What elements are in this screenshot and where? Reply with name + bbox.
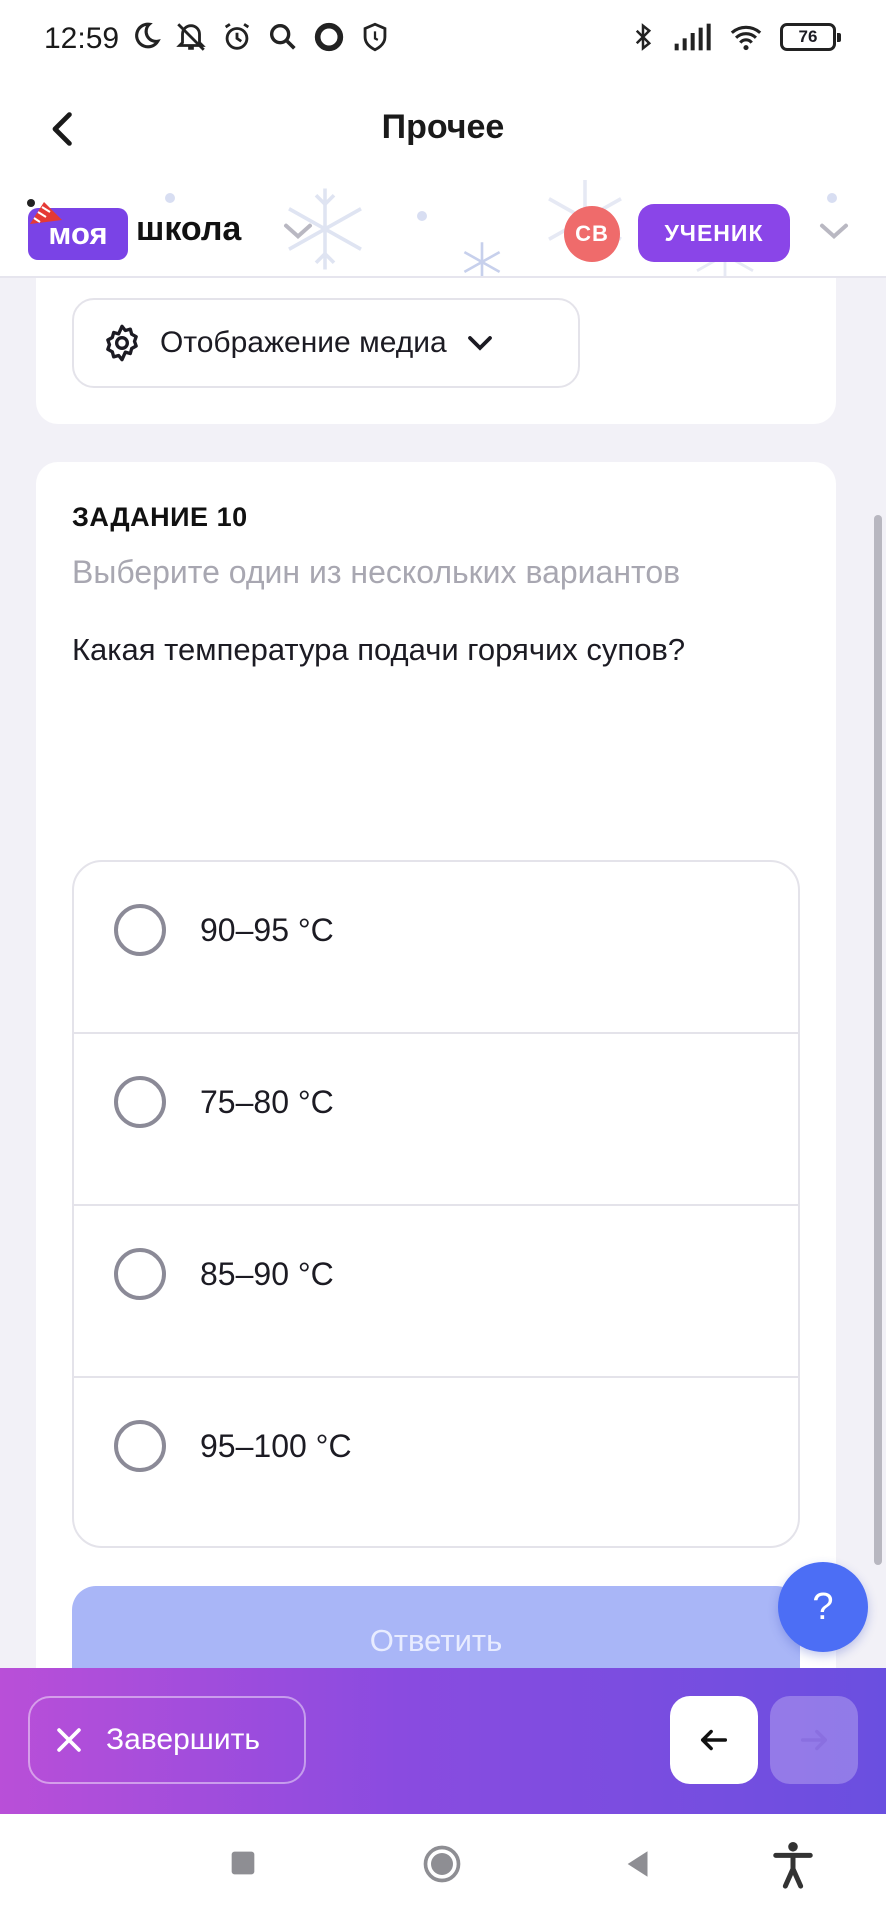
snow-dot: [165, 193, 175, 203]
radio-button[interactable]: [114, 904, 166, 956]
task-question: Какая температура подачи горячих супов?: [72, 632, 686, 667]
task-number: ЗАДАНИЕ 10: [72, 502, 248, 532]
chevron-down-icon[interactable]: [282, 220, 314, 242]
previous-task-button[interactable]: [670, 1696, 758, 1784]
radio-button[interactable]: [114, 1420, 166, 1472]
media-display-label: Отображение медиа: [160, 326, 447, 359]
gear-icon: [106, 324, 138, 362]
snow-dot: [417, 211, 427, 221]
back-nav-icon[interactable]: [622, 1846, 656, 1882]
santa-hat-icon: [27, 199, 62, 224]
chevron-down-icon[interactable]: [818, 220, 850, 242]
help-button[interactable]: ?: [778, 1562, 868, 1652]
search-icon: [269, 23, 296, 50]
media-settings-card: Отображение медиа: [36, 278, 836, 424]
answer-option[interactable]: 95–100 °C: [74, 1378, 798, 1546]
chevron-down-icon: [467, 336, 492, 351]
page-title: Прочее: [381, 108, 505, 146]
avatar[interactable]: СВ: [564, 206, 620, 262]
app-bar: Прочее: [0, 80, 886, 180]
shield-icon: [363, 22, 387, 52]
media-display-dropdown[interactable]: Отображение медиа: [72, 298, 580, 388]
finish-button[interactable]: Завершить: [28, 1696, 306, 1784]
status-icons-left: [128, 20, 392, 54]
finish-label: Завершить: [106, 1723, 260, 1756]
alarm-icon: [224, 23, 250, 50]
answer-options: 90–95 °C 75–80 °C 85–90 °C 95–100 °C: [72, 860, 800, 1548]
logo-text[interactable]: школа: [136, 210, 241, 249]
scrollbar[interactable]: [874, 515, 882, 1565]
battery-icon: 76: [780, 23, 841, 51]
arrow-left-icon: [700, 1729, 728, 1751]
task-hint: Выберите один из нескольких вариантов: [72, 554, 681, 590]
answer-option[interactable]: 90–95 °C: [74, 862, 798, 1034]
arrow-right-icon: [800, 1729, 828, 1751]
mute-icon: [176, 23, 206, 51]
answer-option-label: 95–100 °C: [200, 1428, 352, 1464]
snow-dot: [827, 193, 837, 203]
status-bar: 12:59 76: [0, 0, 886, 80]
close-icon: [57, 1728, 81, 1752]
system-navigation-bar: [0, 1814, 886, 1920]
accessibility-icon[interactable]: [770, 1840, 816, 1890]
answer-option-label: 90–95 °C: [200, 912, 334, 948]
wifi-icon: [730, 25, 762, 51]
role-badge[interactable]: УЧЕНИК: [638, 204, 790, 262]
battery-level: 76: [798, 27, 818, 46]
radio-button[interactable]: [114, 1076, 166, 1128]
home-icon[interactable]: [420, 1842, 464, 1886]
status-icons-right: 76: [628, 20, 841, 54]
bluetooth-icon: [635, 23, 652, 51]
task-card: ЗАДАНИЕ 10 Выберите один из нескольких в…: [36, 462, 836, 1712]
circle-icon: [314, 22, 344, 52]
answer-option-label: 85–90 °C: [200, 1256, 334, 1292]
next-task-button[interactable]: [770, 1696, 858, 1784]
recents-icon[interactable]: [226, 1846, 260, 1880]
site-header: моя школа СВ УЧЕНИК: [0, 180, 886, 278]
radio-button[interactable]: [114, 1248, 166, 1300]
answer-option[interactable]: 75–80 °C: [74, 1034, 798, 1206]
answer-option-label: 75–80 °C: [200, 1084, 334, 1120]
answer-option[interactable]: 85–90 °C: [74, 1206, 798, 1378]
snowflake-icon: [463, 242, 501, 276]
signal-icon: [674, 23, 711, 51]
status-time: 12:59: [44, 22, 120, 55]
moon-icon: [135, 22, 161, 49]
bottom-action-bar: Завершить: [0, 1668, 886, 1814]
